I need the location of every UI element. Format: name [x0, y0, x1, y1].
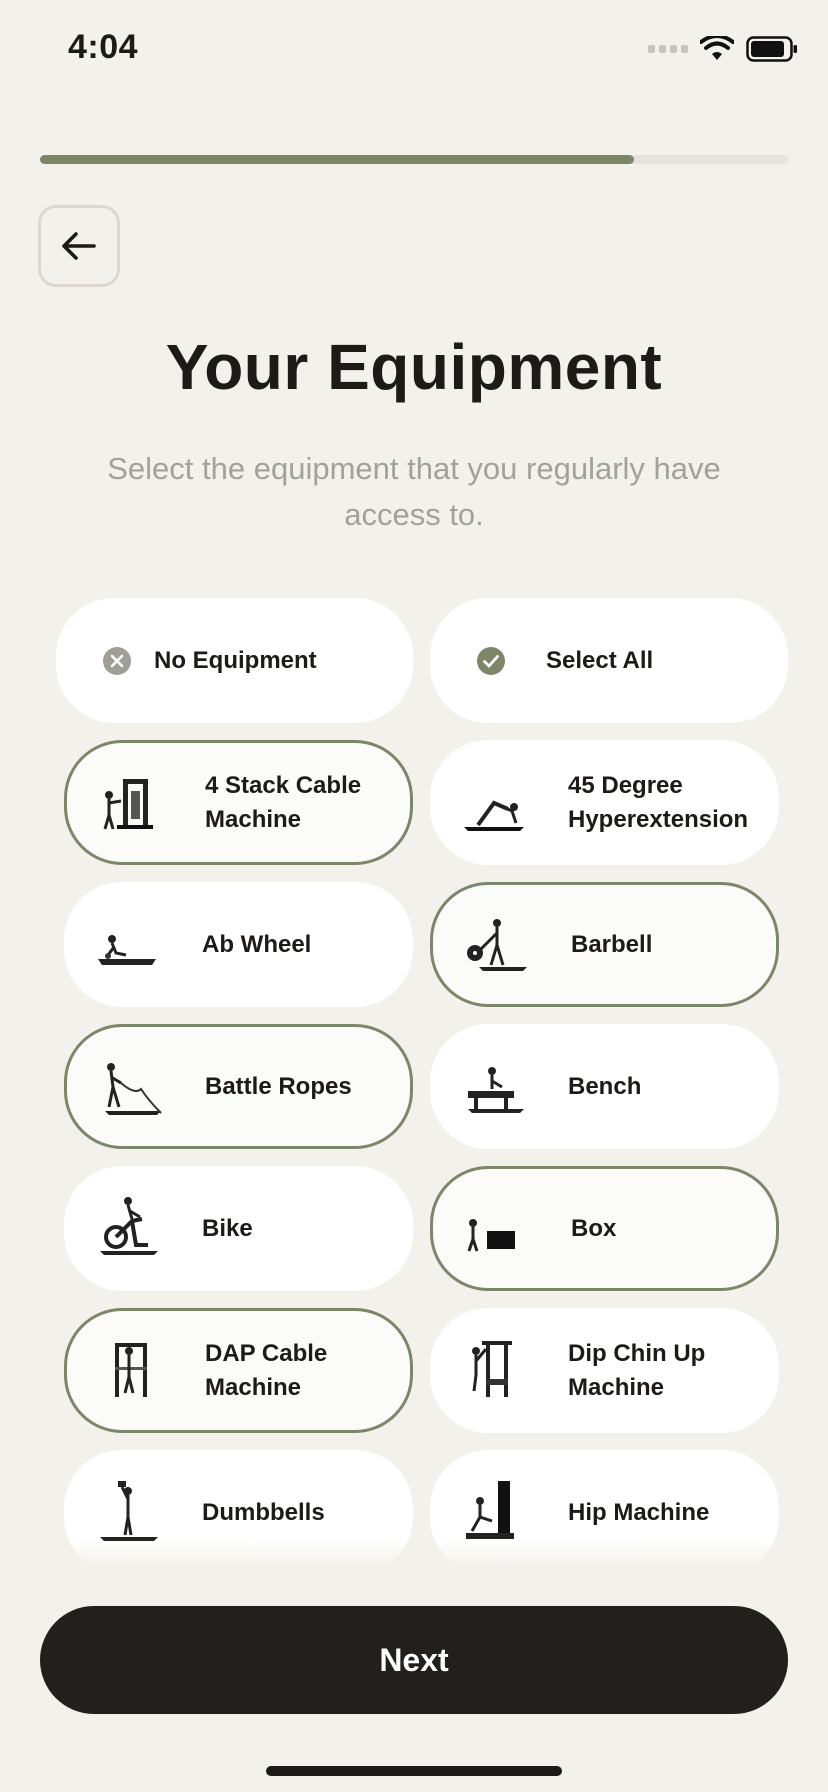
page-title: Your Equipment — [165, 331, 663, 403]
equipment-label: Hip Machine — [568, 1498, 710, 1526]
home-indicator — [266, 1766, 562, 1776]
dip-chin-up-icon — [472, 1340, 512, 1397]
list-fade — [0, 1540, 828, 1568]
equipment-option[interactable]: Bike — [64, 1166, 413, 1291]
progress-bar — [40, 155, 788, 164]
equipment-label: Barbell — [571, 930, 653, 958]
equipment-label: Bike — [202, 1214, 253, 1242]
no-equipment-label: No Equipment — [154, 646, 317, 674]
equipment-option[interactable]: Dip Chin Up Machine — [430, 1308, 779, 1433]
back-button[interactable] — [38, 205, 120, 287]
hip-machine-icon — [466, 1480, 514, 1539]
equipment-label: 4 Stack Cable Machine — [205, 771, 362, 833]
dap-cable-machine-icon — [115, 1342, 147, 1397]
ab-wheel-icon — [98, 934, 156, 965]
barbell-icon — [467, 918, 527, 971]
equipment-label: Bench — [568, 1072, 642, 1100]
equipment-screen: 4:04 Your Equipment Select the equipment… — [0, 0, 828, 1792]
cellular-signal-icon — [648, 45, 688, 53]
select-all-label: Select All — [546, 646, 654, 674]
equipment-list[interactable]: 4 Stack Cable Machine 45 Degree Hyperext… — [0, 730, 828, 1566]
equipment-option[interactable]: Box — [430, 1166, 779, 1291]
equipment-option[interactable]: Barbell — [430, 882, 779, 1007]
equipment-option[interactable]: Ab Wheel — [64, 882, 413, 1007]
equipment-label: Dumbbells — [202, 1498, 325, 1526]
equipment-option[interactable]: Bench — [430, 1024, 779, 1149]
dumbbells-icon — [100, 1480, 158, 1541]
box-icon — [467, 1218, 515, 1251]
page-subtitle: Select the equipment that you regularly … — [107, 451, 721, 532]
wifi-icon — [700, 36, 734, 60]
bench-icon — [468, 1066, 524, 1113]
battery-icon — [746, 36, 797, 62]
equipment-label: Dip Chin Up Machine — [568, 1339, 706, 1401]
equipment-label: 45 Degree Hyperextension — [568, 771, 749, 833]
cable-machine-icon — [103, 778, 153, 829]
equipment-label: Ab Wheel — [202, 930, 312, 958]
battle-ropes-icon — [105, 1062, 162, 1115]
x-circle-icon — [103, 646, 131, 675]
equipment-option[interactable]: 4 Stack Cable Machine — [64, 740, 413, 865]
equipment-label: Battle Ropes — [205, 1072, 352, 1100]
status-time: 4:04 — [68, 28, 139, 66]
equipment-label: Box — [571, 1214, 617, 1242]
hyperextension-icon — [464, 800, 524, 831]
status-icons — [648, 36, 798, 62]
equipment-option[interactable]: Battle Ropes — [64, 1024, 413, 1149]
check-circle-icon — [477, 646, 505, 675]
equipment-option[interactable]: DAP Cable Machine — [64, 1308, 413, 1433]
arrow-left-icon — [62, 232, 96, 260]
bike-icon — [100, 1196, 158, 1255]
equipment-label: DAP Cable Machine — [205, 1339, 328, 1401]
select-all-option[interactable]: Select All — [430, 598, 788, 723]
equipment-option[interactable]: 45 Degree Hyperextension — [430, 740, 779, 865]
progress-fill — [40, 155, 634, 164]
no-equipment-option[interactable]: No Equipment — [56, 598, 413, 723]
next-button[interactable]: Next — [40, 1606, 788, 1714]
